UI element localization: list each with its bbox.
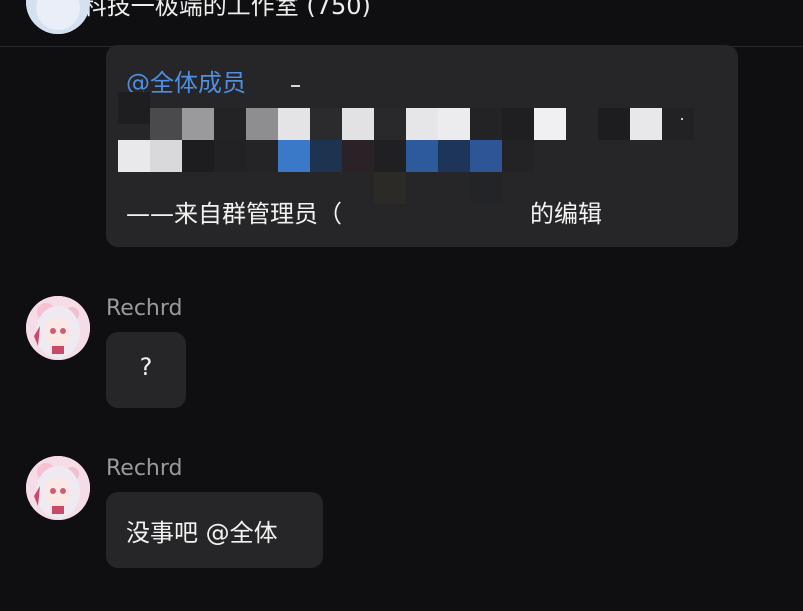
message-text: 没事吧 @全体 — [126, 519, 278, 547]
message-bubble[interactable]: ? — [106, 332, 186, 408]
caption-prefix: ——来自群管理员（ — [126, 200, 342, 228]
text-fragment — [291, 85, 300, 87]
message-bubble[interactable]: 没事吧 @全体 — [106, 492, 323, 568]
caption-suffix: 的编辑 — [530, 200, 602, 228]
text-fragment — [681, 118, 683, 120]
announcement-bubble[interactable]: @全体成员 ——来自群管理员（ 的编辑 — [106, 45, 738, 247]
message-text: ? — [139, 353, 153, 381]
sender-name[interactable]: Rechrd — [106, 296, 183, 321]
editor-caption: ——来自群管理员（ 的编辑 — [126, 194, 602, 229]
chat-header: FIRE科技一极端的工作室 (750) — [0, 0, 803, 47]
avatar[interactable] — [26, 456, 90, 520]
sender-name[interactable]: Rechrd — [106, 456, 183, 481]
avatar[interactable] — [26, 296, 90, 360]
